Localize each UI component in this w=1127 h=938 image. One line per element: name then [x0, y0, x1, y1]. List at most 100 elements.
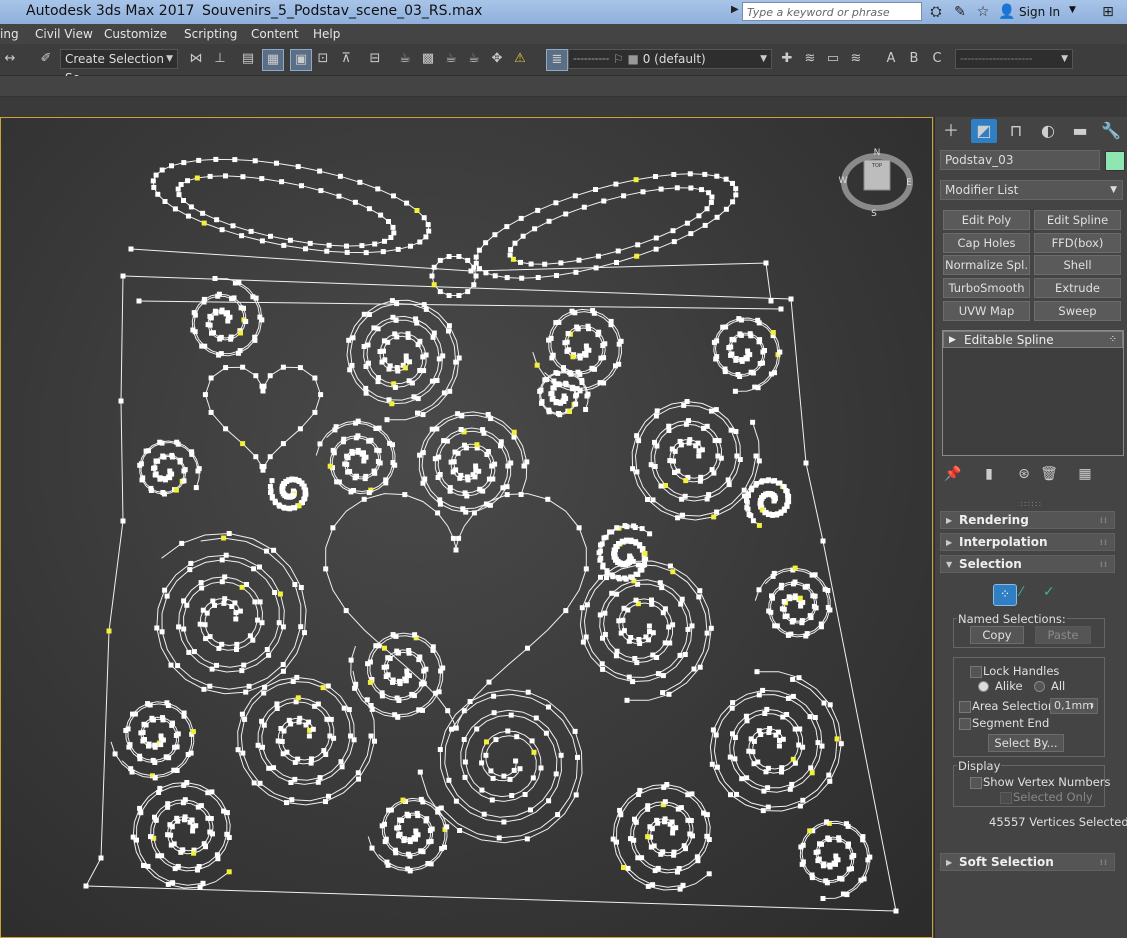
spline-vertex[interactable] [355, 418, 361, 424]
communication-icon[interactable]: ✎ [950, 2, 970, 22]
spline-vertex[interactable] [244, 582, 249, 587]
spline-vertex[interactable] [298, 624, 304, 630]
spline-vertex[interactable] [508, 247, 514, 253]
spline-vertex[interactable] [660, 690, 666, 696]
spline-vertex[interactable] [344, 453, 350, 459]
spline-vertex[interactable] [572, 728, 578, 734]
spline-vertex[interactable] [549, 355, 555, 361]
spline-vertex[interactable] [861, 876, 867, 882]
spline-vertex[interactable] [643, 556, 649, 562]
spline-vertex[interactable] [678, 805, 684, 811]
spline-vertex[interactable] [653, 413, 659, 419]
spline-vertex[interactable] [202, 392, 208, 398]
spline-vertex[interactable] [761, 788, 767, 794]
spline-segment[interactable] [346, 299, 460, 421]
spline-vertex[interactable] [310, 726, 316, 732]
spline-vertex[interactable] [363, 364, 369, 369]
spline-vertex[interactable] [792, 593, 798, 599]
spline-vertex[interactable] [683, 478, 689, 484]
spline-vertex[interactable] [341, 705, 347, 711]
spline-vertex[interactable] [223, 173, 228, 179]
display-tab-icon[interactable]: ▬ [1067, 119, 1093, 143]
spline-vertex[interactable] [210, 831, 215, 837]
spline-vertex[interactable] [247, 633, 253, 639]
spline-vertex[interactable] [440, 353, 446, 359]
spline-vertex[interactable] [744, 718, 750, 724]
spline-vertex[interactable] [634, 253, 640, 259]
spline-vertex[interactable] [239, 711, 245, 717]
panel-divider-grip[interactable]: :::::: [1020, 499, 1042, 508]
spline-vertex[interactable] [628, 836, 633, 842]
spline-vertex[interactable] [186, 649, 192, 655]
spline-vertex[interactable] [280, 751, 286, 757]
spline-vertex[interactable] [357, 179, 363, 185]
spline-vertex[interactable] [792, 760, 798, 766]
binoculars-icon[interactable]: ⛭ [926, 2, 946, 22]
spline-segment[interactable] [709, 671, 842, 812]
spline-vertex[interactable] [797, 726, 803, 732]
spline-vertex[interactable] [409, 380, 415, 386]
spline-vertex[interactable] [785, 632, 791, 638]
spline-vertex[interactable] [450, 469, 456, 475]
spline-vertex[interactable] [216, 645, 222, 651]
spline-vertex[interactable] [772, 370, 777, 376]
lock-handles-checkbox[interactable] [970, 666, 982, 678]
spline-vertex[interactable] [112, 751, 118, 757]
layer-explorer-icon[interactable]: ▦ [262, 49, 284, 71]
spline-vertex[interactable] [294, 674, 300, 680]
spline-vertex[interactable] [274, 701, 280, 707]
spline-vertex[interactable] [696, 213, 702, 219]
spline-vertex[interactable] [596, 329, 602, 335]
spline-vertex[interactable] [803, 633, 809, 639]
spline-vertex[interactable] [150, 178, 156, 184]
spline-vertex[interactable] [138, 730, 144, 736]
spline-vertex[interactable] [188, 204, 194, 210]
spline-vertex[interactable] [610, 836, 616, 842]
spline-vertex[interactable] [633, 177, 639, 183]
spline-vertex[interactable] [714, 173, 720, 179]
spline-vertex[interactable] [713, 407, 719, 413]
spline-vertex[interactable] [564, 348, 570, 354]
spline-vertex[interactable] [583, 352, 589, 358]
spline-vertex[interactable] [403, 353, 409, 359]
spline-vertex[interactable] [257, 780, 263, 786]
spline-vertex[interactable] [264, 548, 269, 554]
spline-vertex[interactable] [164, 700, 170, 706]
spline-vertex[interactable] [261, 690, 267, 696]
spline-vertex[interactable] [208, 375, 214, 381]
spline-vertex[interactable] [446, 323, 452, 329]
spline-vertex[interactable] [709, 408, 714, 414]
spline-vertex[interactable] [324, 248, 330, 254]
spline-vertex[interactable] [377, 349, 383, 354]
spline-vertex[interactable] [671, 239, 677, 245]
spline-vertex[interactable] [472, 474, 478, 480]
spline-vertex[interactable] [533, 715, 539, 721]
spline-vertex[interactable] [645, 834, 651, 840]
spline-vertex[interactable] [209, 330, 214, 336]
spline-vertex[interactable] [417, 338, 423, 344]
spline-vertex[interactable] [169, 163, 174, 169]
spline-vertex[interactable] [525, 645, 530, 651]
spline-vertex[interactable] [666, 423, 672, 429]
spline-vertex[interactable] [602, 341, 608, 347]
spline-vertex[interactable] [613, 181, 619, 187]
spline-vertex[interactable] [784, 712, 790, 717]
spline-vertex[interactable] [260, 744, 265, 750]
normalize-spline-button[interactable]: Normalize Spl. [943, 255, 1030, 275]
spline-vertex[interactable] [608, 318, 614, 324]
spline-vertex[interactable] [271, 765, 276, 771]
spline-vertex[interactable] [421, 215, 427, 221]
spline-vertex[interactable] [385, 862, 391, 868]
spline-vertex[interactable] [240, 750, 246, 756]
spline-vertex[interactable] [615, 248, 621, 254]
spline-vertex[interactable] [807, 714, 813, 720]
spline-vertex[interactable] [599, 661, 605, 667]
spline-vertex[interactable] [488, 768, 494, 774]
spline-vertex[interactable] [344, 243, 349, 249]
spline-vertex[interactable] [173, 487, 179, 493]
spline-vertex[interactable] [277, 591, 283, 597]
spline-vertex[interactable] [421, 681, 427, 687]
spline-vertex[interactable] [152, 744, 158, 750]
spline-vertex[interactable] [262, 684, 268, 690]
spline-vertex[interactable] [446, 293, 452, 298]
